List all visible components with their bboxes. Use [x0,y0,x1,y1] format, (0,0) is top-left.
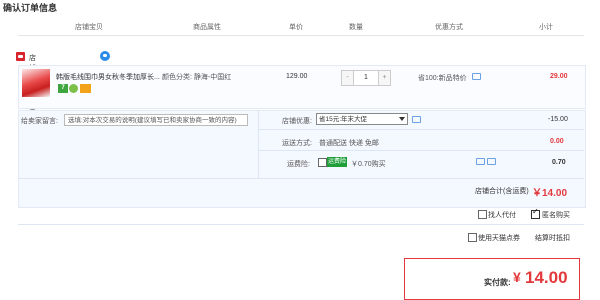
divider [258,129,584,130]
item-discount: 省100:新品特价 [418,75,467,82]
item-attr: 颜色分类: 静海-中国红 [162,74,232,81]
section-divider [258,110,259,178]
installment-label: 结算时抵扣 [535,235,570,242]
final-label: 实付款: [484,278,511,287]
product-thumbnail[interactable] [22,69,50,97]
promo-label: 店铺优惠: [282,118,312,125]
insurance-label: 运费险: [287,161,310,168]
chevron-down-icon [399,117,405,121]
insurance-checkbox[interactable] [318,158,327,167]
anonymous-label[interactable]: 匿名购买 [542,210,570,220]
final-total: 14.00 [525,268,568,287]
header-col-subtotal: 小计 [539,24,553,31]
item-subtotal: 29.00 [550,73,568,80]
shipping-amount: 0.00 [550,138,564,145]
pay-for-other-checkbox[interactable] [478,210,487,219]
seven-day-return-icon: 7 [58,84,68,93]
page-title: 确认订单信息 [3,3,58,13]
header-col-item: 店铺宝贝 [75,24,103,31]
insurance-tag: 运费险 [327,157,347,167]
pay-for-other-label[interactable]: 找人代付 [488,210,516,220]
table-header: 店铺宝贝 商品属性 单价 数量 优惠方式 小计 [18,17,584,36]
insurance-info-icon[interactable] [476,158,485,165]
use-points-label[interactable]: 使用天猫点券 [478,233,520,243]
check-icon: ✓ [532,207,539,216]
header-col-price: 单价 [289,24,303,31]
divider [18,224,584,225]
discount-info-icon[interactable] [472,73,481,80]
shipping-label: 运送方式: [282,140,312,147]
shipping-value: 普通配送 快递 免邮 [319,140,379,147]
item-price: 129.00 [286,73,308,80]
final-currency: ¥ [513,269,521,285]
divider [258,150,584,151]
insurance-value: ￥0.70购买 [351,161,386,168]
insurance-chat-icon[interactable] [487,158,496,165]
item-title[interactable]: 韩版毛线围巾男女秋冬季加厚长... [56,72,160,82]
store-total-label: 店铺合计(含运费) [475,188,529,195]
promo-select[interactable]: 省15元:年末大促 [316,113,408,125]
qty-minus-button[interactable]: - [342,71,354,85]
header-col-attr: 商品属性 [193,24,221,31]
insurance-amount: 0.70 [552,159,566,166]
promo-info-icon[interactable] [412,116,421,123]
store-total-value: ￥14.00 [532,188,568,199]
divider [18,178,584,179]
header-col-discount: 优惠方式 [435,24,463,31]
header-col-qty: 数量 [349,24,363,31]
credit-card-icon [80,84,91,93]
promo-amount: -15.00 [548,116,568,123]
use-points-checkbox[interactable] [468,233,477,242]
memo-label: 给卖家留言: [21,118,58,125]
guarantee-icon [69,84,78,93]
store-icon [16,52,25,61]
qty-input[interactable]: 1 [354,71,378,85]
chat-icon[interactable] [100,51,110,61]
quantity-stepper[interactable]: - 1 + [341,70,391,86]
memo-input[interactable]: 选填:对本次交易的说明(建议填写已和卖家协商一致的内容) [64,114,248,126]
qty-plus-button[interactable]: + [378,71,390,85]
promo-select-value: 省15元:年末大促 [319,116,368,123]
